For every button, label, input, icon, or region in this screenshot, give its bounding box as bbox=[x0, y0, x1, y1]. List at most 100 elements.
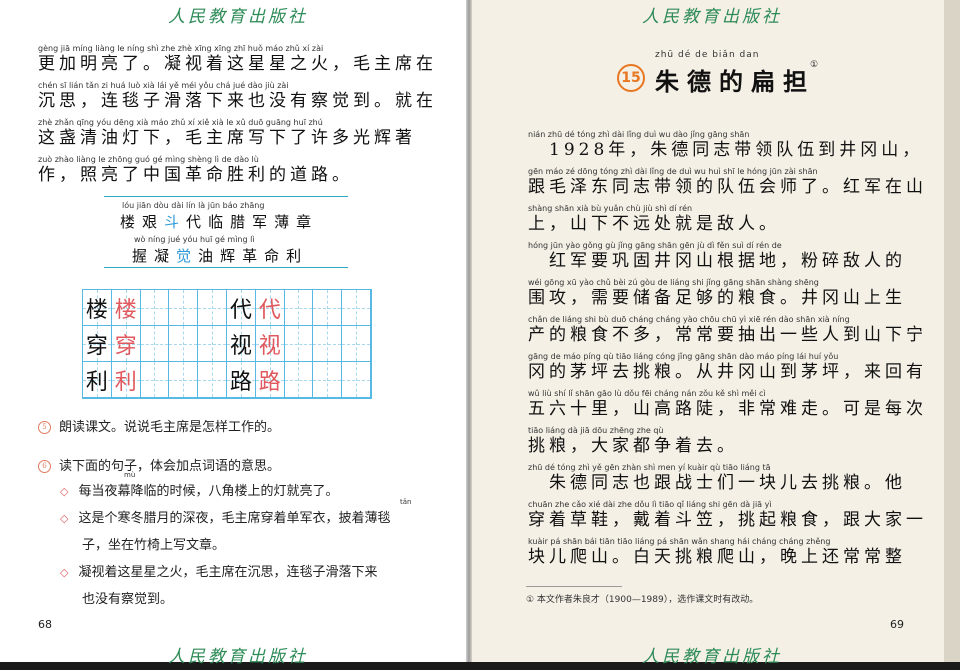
pinyin-line: zhū dé tóng zhì yě gēn zhàn shì men yí k… bbox=[528, 463, 771, 472]
sentence-3: ◇ 凝视着这星星之火，毛主席在沉思，连毯子滑落下来 bbox=[60, 561, 377, 580]
grid-cell: 利 bbox=[111, 362, 141, 398]
vocab-row2: 握凝觉油辉革命利 bbox=[132, 245, 308, 266]
grid-cell: 楼 bbox=[111, 290, 141, 326]
pinyin-line: gāng de máo píng qù tiāo liáng cóng jǐng… bbox=[528, 352, 839, 361]
sentence-3-cont: 也没有察觉到。 bbox=[82, 588, 173, 607]
exercise-1-text: 朗读课文。说说毛主席是怎样工作的。 bbox=[59, 420, 281, 435]
sentence-text: 也没有察觉到。 bbox=[82, 592, 174, 607]
sentence-text: 每当夜幕降临的时候，八角楼上的灯就亮了。 bbox=[78, 484, 339, 499]
pinyin-line: hóng jūn yào gǒng gù jǐng gāng shān gēn … bbox=[528, 241, 782, 250]
pinyin-line: shàng shān xià bù yuǎn chù jiù shì dí ré… bbox=[528, 204, 693, 213]
sentence-2: ◇ 这是个寒冬腊月的深夜，毛主席穿着单军衣，披着薄毯 bbox=[60, 507, 390, 526]
sentence-text: 子，坐在竹椅上写文章。 bbox=[82, 538, 226, 553]
vocab-char-highlight: 觉 bbox=[176, 247, 199, 265]
text-line: kuàir pá shān bái tiān tiāo liáng pá shā… bbox=[528, 537, 906, 567]
text-line: zuò zhào liàng le zhōng guó gé mìng shèn… bbox=[38, 155, 353, 185]
publisher-logo-bottom-right: 人民教育出版社 bbox=[642, 647, 782, 667]
grid-cell bbox=[284, 290, 314, 326]
exercise-2: 6 读下面的句子，体会加点词语的意思。 bbox=[38, 455, 280, 474]
grid-cell bbox=[198, 326, 227, 362]
hanzi-line: 产的粮食不多，常常要抽出一些人到山下宁 bbox=[528, 325, 927, 345]
hanzi-line: 更加明亮了。凝视着这星星之火，毛主席在 bbox=[38, 54, 437, 74]
pinyin-line: zuò zhào liàng le zhōng guó gé mìng shèn… bbox=[38, 155, 259, 164]
grid-cell bbox=[169, 362, 199, 398]
grid-cell bbox=[313, 362, 343, 398]
grid-cell: 穿 bbox=[111, 326, 141, 362]
text-line: gēn máo zé dōng tóng zhì dài lǐng de duì… bbox=[528, 167, 927, 197]
vocab-pinyin-row2: wò níng jué yóu huī gé mìng lì bbox=[134, 235, 255, 244]
grid-cell: 视 bbox=[255, 326, 285, 362]
grid-cell: 利 bbox=[83, 362, 112, 398]
grid-cell bbox=[342, 290, 371, 326]
exercise-number-icon: 5 bbox=[38, 421, 51, 434]
hanzi-line: 块儿爬山。白天挑粮爬山，晚上还常常整 bbox=[528, 547, 906, 567]
hanzi-line: 红军要巩固井冈山根据地，粉碎敌人的 bbox=[528, 251, 906, 271]
pinyin-line: chuān zhe cǎo xié dài zhe dǒu lì tiāo qǐ… bbox=[528, 500, 772, 509]
lesson-number-badge: 15 bbox=[617, 64, 645, 92]
grid-cell: 穿 bbox=[83, 326, 112, 362]
vocab-row1: 楼艰斗代临腊军薄章 bbox=[120, 211, 318, 232]
footnote: ① 本文作者朱良才（1900—1989），选作课文时有改动。 bbox=[526, 595, 759, 605]
grid-cell: 代 bbox=[255, 290, 285, 326]
vocab-char: 临 bbox=[208, 213, 231, 231]
vocab-char: 革 bbox=[242, 247, 265, 265]
publisher-logo-top-right: 人民教育出版社 bbox=[642, 7, 782, 27]
grid-cell: 视 bbox=[226, 326, 256, 362]
text-line: wǔ liù shí lǐ shān gāo lù dǒu fēi cháng … bbox=[528, 389, 927, 419]
vocab-char: 利 bbox=[286, 247, 309, 265]
hanzi-line: 穿着草鞋，戴着斗笠，挑起粮食，跟大家一 bbox=[528, 510, 927, 530]
diamond-bullet-icon: ◇ bbox=[60, 512, 69, 525]
pinyin-line: chén sī lián tǎn zi huá luò xià lái yě m… bbox=[38, 81, 289, 90]
hanzi-line: 朱德同志也跟战士们一块儿去挑粮。他 bbox=[528, 473, 906, 493]
vocab-char: 命 bbox=[264, 247, 287, 265]
grid-cell bbox=[342, 326, 371, 362]
text-line: shàng shān xià bù yuǎn chù jiù shì dí ré… bbox=[528, 204, 780, 234]
sentence-1: ◇ 每当夜幕降临的时候，八角楼上的灯就亮了。 bbox=[60, 480, 338, 499]
pinyin-line: zhè zhǎn qīng yóu dēng xià máo zhǔ xí xi… bbox=[38, 118, 323, 127]
vocab-char: 腊 bbox=[230, 213, 253, 231]
pinyin-line: nián zhū dé tóng zhì dài lǐng duì wu dào… bbox=[528, 130, 750, 139]
grid-cell bbox=[284, 362, 314, 398]
sentence-text: 凝视着这星星之火，毛主席在沉思，连毯子滑落下来 bbox=[78, 565, 378, 580]
grid-cell bbox=[284, 326, 314, 362]
hanzi-line: 围攻，需要储备足够的粮食。井冈山上生 bbox=[528, 288, 906, 308]
writing-grid: 楼 楼 代 代 穿 穿 视 视 利 利 路 路 bbox=[82, 289, 372, 399]
publisher-logo-bottom-left: 人民教育出版社 bbox=[168, 647, 308, 667]
text-line: tiāo liáng dà jiā dōu zhēng zhe qù 挑粮，大家… bbox=[528, 426, 738, 456]
pinyin-line: tiāo liáng dà jiā dōu zhēng zhe qù bbox=[528, 426, 664, 435]
grid-cell: 路 bbox=[255, 362, 285, 398]
vocab-char: 章 bbox=[296, 213, 319, 231]
vocab-char: 薄 bbox=[274, 213, 297, 231]
pinyin-line: gēn máo zé dōng tóng zhì dài lǐng de duì… bbox=[528, 167, 818, 176]
hanzi-line: 作，照亮了中国革命胜利的道路。 bbox=[38, 165, 353, 185]
vocab-top-rule bbox=[104, 196, 348, 197]
publisher-logo-top-left: 人民教育出版社 bbox=[168, 7, 308, 27]
title-footnote-mark: ① bbox=[810, 60, 819, 70]
vocab-char: 辉 bbox=[220, 247, 243, 265]
grid-cell bbox=[342, 362, 371, 398]
grid-cell bbox=[140, 290, 170, 326]
hanzi-line: 上，山下不远处就是敌人。 bbox=[528, 214, 780, 234]
vocab-char-highlight: 斗 bbox=[164, 213, 187, 231]
lesson-title: 朱德的扁担 bbox=[655, 67, 815, 96]
page-edge bbox=[944, 0, 960, 662]
text-line: gèng jiā míng liàng le níng shì zhe zhè … bbox=[38, 44, 437, 74]
exercise-number-icon: 6 bbox=[38, 460, 51, 473]
hanzi-line: 这盏清油灯下，毛主席写下了许多光辉著 bbox=[38, 128, 416, 148]
grid-cell bbox=[313, 326, 343, 362]
bottom-bar bbox=[0, 662, 960, 670]
text-line: wéi gōng xū yào chǔ bèi zú gòu de liáng … bbox=[528, 278, 906, 308]
vocab-char: 楼 bbox=[120, 213, 143, 231]
text-line: gāng de máo píng qù tiāo liáng cóng jǐng… bbox=[528, 352, 927, 382]
grid-cell bbox=[140, 326, 170, 362]
sentence-2-cont: 子，坐在竹椅上写文章。 bbox=[82, 534, 225, 553]
pinyin-line: chǎn de liáng shi bù duō cháng cháng yào… bbox=[528, 315, 850, 324]
vocab-bottom-rule bbox=[104, 267, 348, 268]
vocab-char: 凝 bbox=[154, 247, 177, 265]
grid-cell bbox=[313, 290, 343, 326]
diamond-bullet-icon: ◇ bbox=[60, 485, 69, 498]
pinyin-line: wéi gōng xū yào chǔ bèi zú gòu de liáng … bbox=[528, 278, 819, 287]
grid-cell bbox=[198, 290, 227, 326]
page-number-left: 68 bbox=[38, 618, 52, 631]
grid-cell: 路 bbox=[226, 362, 256, 398]
